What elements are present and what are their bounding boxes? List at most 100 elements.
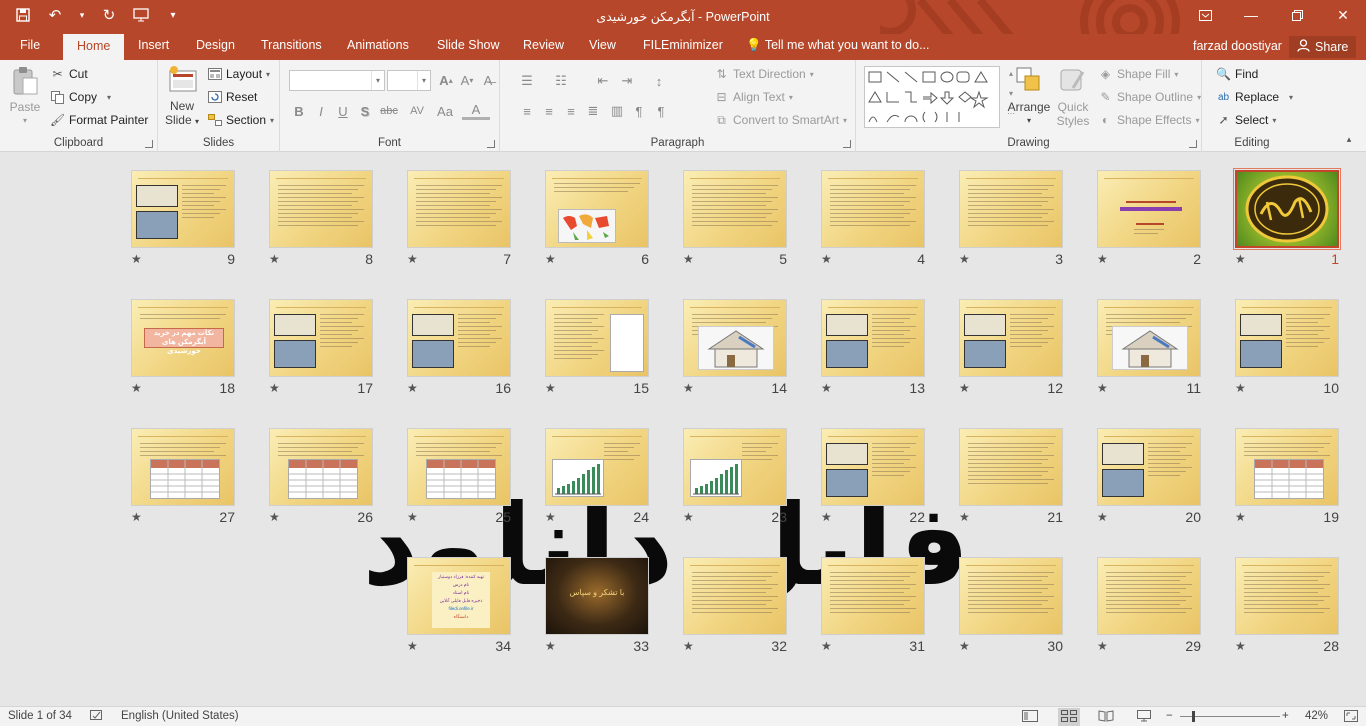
slide-thumbnail-16[interactable] xyxy=(407,299,511,377)
transition-star-icon[interactable]: ★ xyxy=(131,381,142,395)
transition-star-icon[interactable]: ★ xyxy=(1235,252,1246,266)
transition-star-icon[interactable]: ★ xyxy=(959,510,970,524)
transition-star-icon[interactable]: ★ xyxy=(683,381,694,395)
shape-outline-button[interactable]: ✎ Shape Outline ▾ xyxy=(1098,88,1201,106)
tab-home[interactable]: Home xyxy=(63,34,125,60)
transition-star-icon[interactable]: ★ xyxy=(683,639,694,653)
ltr-icon[interactable]: ¶ xyxy=(652,102,670,120)
character-spacing-button[interactable]: AV xyxy=(404,102,430,120)
transition-star-icon[interactable]: ★ xyxy=(821,639,832,653)
slide-thumbnail-20[interactable] xyxy=(1097,428,1201,506)
slide-thumbnail-1[interactable] xyxy=(1233,168,1341,250)
slide-thumbnail-13[interactable] xyxy=(821,299,925,377)
shape-fill-button[interactable]: ◈ Shape Fill ▾ xyxy=(1098,65,1179,83)
fit-to-window-icon[interactable] xyxy=(1344,710,1358,725)
restore-icon[interactable] xyxy=(1274,0,1320,30)
language-indicator[interactable]: English (United States) xyxy=(121,710,239,722)
transition-star-icon[interactable]: ★ xyxy=(545,252,556,266)
paste-button[interactable]: Paste ▾ xyxy=(8,66,42,128)
tell-me-box[interactable]: 💡 Tell me what you want to do... xyxy=(746,38,930,53)
shrink-font-icon[interactable]: A ▾ xyxy=(458,71,476,89)
format-painter-button[interactable]: 🖌 Format Painter xyxy=(50,111,148,129)
numbering-icon[interactable]: ☷ xyxy=(552,72,570,90)
tab-design[interactable]: Design xyxy=(196,38,235,52)
transition-star-icon[interactable]: ★ xyxy=(269,510,280,524)
transition-star-icon[interactable]: ★ xyxy=(959,381,970,395)
slide-thumbnail-18[interactable]: نکات مهم در خرید آبگرمکن های خورشیدی xyxy=(131,299,235,377)
transition-star-icon[interactable]: ★ xyxy=(407,510,418,524)
clipboard-dialog-launcher-icon[interactable] xyxy=(145,140,153,148)
slide-thumbnail-34[interactable]: تهیه کننده: فرزاد دوستیار نام درس نام استا… xyxy=(407,557,511,635)
paragraph-dialog-launcher-icon[interactable] xyxy=(843,140,851,148)
slide-thumbnail-10[interactable] xyxy=(1235,299,1339,377)
text-shadow-button[interactable]: S xyxy=(356,102,374,120)
replace-dropdown-icon[interactable]: ▾ xyxy=(1289,93,1293,102)
slide-thumbnail-25[interactable] xyxy=(407,428,511,506)
copy-dropdown-icon[interactable]: ▾ xyxy=(107,93,111,102)
align-right-icon[interactable]: ≡ xyxy=(562,102,580,120)
transition-star-icon[interactable]: ★ xyxy=(1097,252,1108,266)
slide-thumbnail-27[interactable] xyxy=(131,428,235,506)
zoom-in-icon[interactable]: + xyxy=(1282,710,1289,722)
transition-star-icon[interactable]: ★ xyxy=(1235,639,1246,653)
close-icon[interactable]: ✕ xyxy=(1320,0,1366,30)
font-name-combo[interactable]: ▾ xyxy=(289,70,385,91)
slide-thumbnail-32[interactable] xyxy=(683,557,787,635)
drawing-dialog-launcher-icon[interactable] xyxy=(1189,140,1197,148)
slide-thumbnail-5[interactable] xyxy=(683,170,787,248)
transition-star-icon[interactable]: ★ xyxy=(407,639,418,653)
slide-thumbnail-3[interactable] xyxy=(959,170,1063,248)
clear-formatting-icon[interactable]: A̶ xyxy=(479,71,497,89)
transition-star-icon[interactable]: ★ xyxy=(545,639,556,653)
cut-button[interactable]: ✂ Cut xyxy=(50,65,87,83)
transition-star-icon[interactable]: ★ xyxy=(1235,381,1246,395)
bold-button[interactable]: B xyxy=(290,102,308,120)
strikethrough-button[interactable]: abc xyxy=(376,102,402,120)
tab-file[interactable]: File xyxy=(20,38,40,52)
align-left-icon[interactable]: ≡ xyxy=(518,102,536,120)
transition-star-icon[interactable]: ★ xyxy=(407,252,418,266)
decrease-indent-icon[interactable]: ⇤ xyxy=(594,72,612,90)
bullets-icon[interactable]: ☰ xyxy=(518,72,536,90)
transition-star-icon[interactable]: ★ xyxy=(821,252,832,266)
slide-thumbnail-22[interactable] xyxy=(821,428,925,506)
line-spacing-icon[interactable]: ↕ xyxy=(650,72,668,90)
slide-sorter-view-icon[interactable] xyxy=(1058,708,1080,726)
slide-thumbnail-15[interactable] xyxy=(545,299,649,377)
font-dialog-launcher-icon[interactable] xyxy=(487,140,495,148)
italic-button[interactable]: I xyxy=(312,102,330,120)
slide-thumbnail-19[interactable] xyxy=(1235,428,1339,506)
shape-effects-button[interactable]: ◐ Shape Effects ▾ xyxy=(1098,111,1200,129)
slide-counter[interactable]: Slide 1 of 34 xyxy=(8,710,72,722)
reading-view-icon[interactable] xyxy=(1098,710,1114,725)
zoom-level[interactable]: 42% xyxy=(1305,710,1328,722)
slide-thumbnail-4[interactable] xyxy=(821,170,925,248)
transition-star-icon[interactable]: ★ xyxy=(131,252,142,266)
zoom-slider-thumb[interactable] xyxy=(1192,711,1195,722)
zoom-out-icon[interactable]: − xyxy=(1166,710,1173,722)
slide-thumbnail-8[interactable] xyxy=(269,170,373,248)
columns-icon[interactable]: ▥ xyxy=(608,102,626,120)
rtl-icon[interactable]: ¶ xyxy=(630,102,648,120)
transition-star-icon[interactable]: ★ xyxy=(821,510,832,524)
slide-thumbnail-17[interactable] xyxy=(269,299,373,377)
slide-thumbnail-9[interactable] xyxy=(131,170,235,248)
slide-thumbnail-6[interactable] xyxy=(545,170,649,248)
slide-thumbnail-11[interactable] xyxy=(1097,299,1201,377)
convert-smartart-button[interactable]: ⧉ Convert to SmartArt ▾ xyxy=(714,111,847,129)
transition-star-icon[interactable]: ★ xyxy=(1097,639,1108,653)
slide-thumbnail-30[interactable] xyxy=(959,557,1063,635)
zoom-slider[interactable] xyxy=(1180,716,1280,717)
collapse-ribbon-icon[interactable]: ▴ xyxy=(1340,130,1358,148)
share-button[interactable]: Share xyxy=(1289,36,1357,58)
justify-icon[interactable]: ≣ xyxy=(584,102,602,120)
slide-thumbnail-29[interactable] xyxy=(1097,557,1201,635)
slide-thumbnail-24[interactable] xyxy=(545,428,649,506)
slide-thumbnail-26[interactable] xyxy=(269,428,373,506)
tab-transitions[interactable]: Transitions xyxy=(261,38,322,52)
copy-button[interactable]: Copy ▾ xyxy=(50,88,111,106)
transition-star-icon[interactable]: ★ xyxy=(545,381,556,395)
font-size-dropdown-icon[interactable]: ▾ xyxy=(417,71,430,90)
tab-insert[interactable]: Insert xyxy=(138,38,169,52)
increase-indent-icon[interactable]: ⇥ xyxy=(618,72,636,90)
